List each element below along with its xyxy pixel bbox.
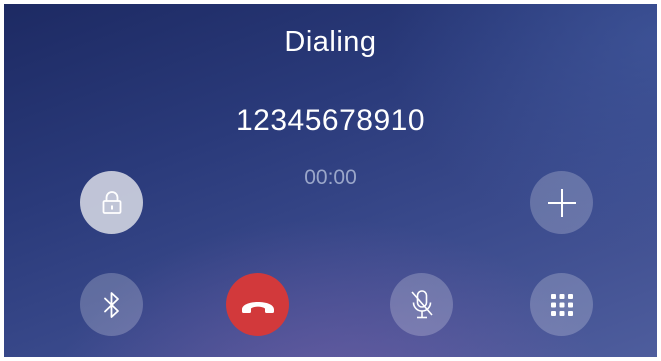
phone-hangup-icon [239, 294, 277, 316]
microphone-muted-icon [407, 288, 437, 322]
lock-icon [97, 188, 127, 218]
end-call-button[interactable] [226, 273, 289, 336]
plus-icon [545, 186, 579, 220]
call-status: Dialing [284, 26, 377, 58]
phone-number: 12345678910 [235, 104, 426, 137]
bluetooth-button[interactable] [80, 273, 143, 336]
bluetooth-icon [99, 290, 125, 320]
add-call-button[interactable] [530, 171, 593, 234]
keypad-grid-icon [549, 292, 575, 318]
lock-button[interactable] [80, 171, 143, 234]
mute-button[interactable] [390, 273, 453, 336]
keypad-button[interactable] [530, 273, 593, 336]
call-screen: Dialing 12345678910 00:00 [4, 4, 657, 357]
